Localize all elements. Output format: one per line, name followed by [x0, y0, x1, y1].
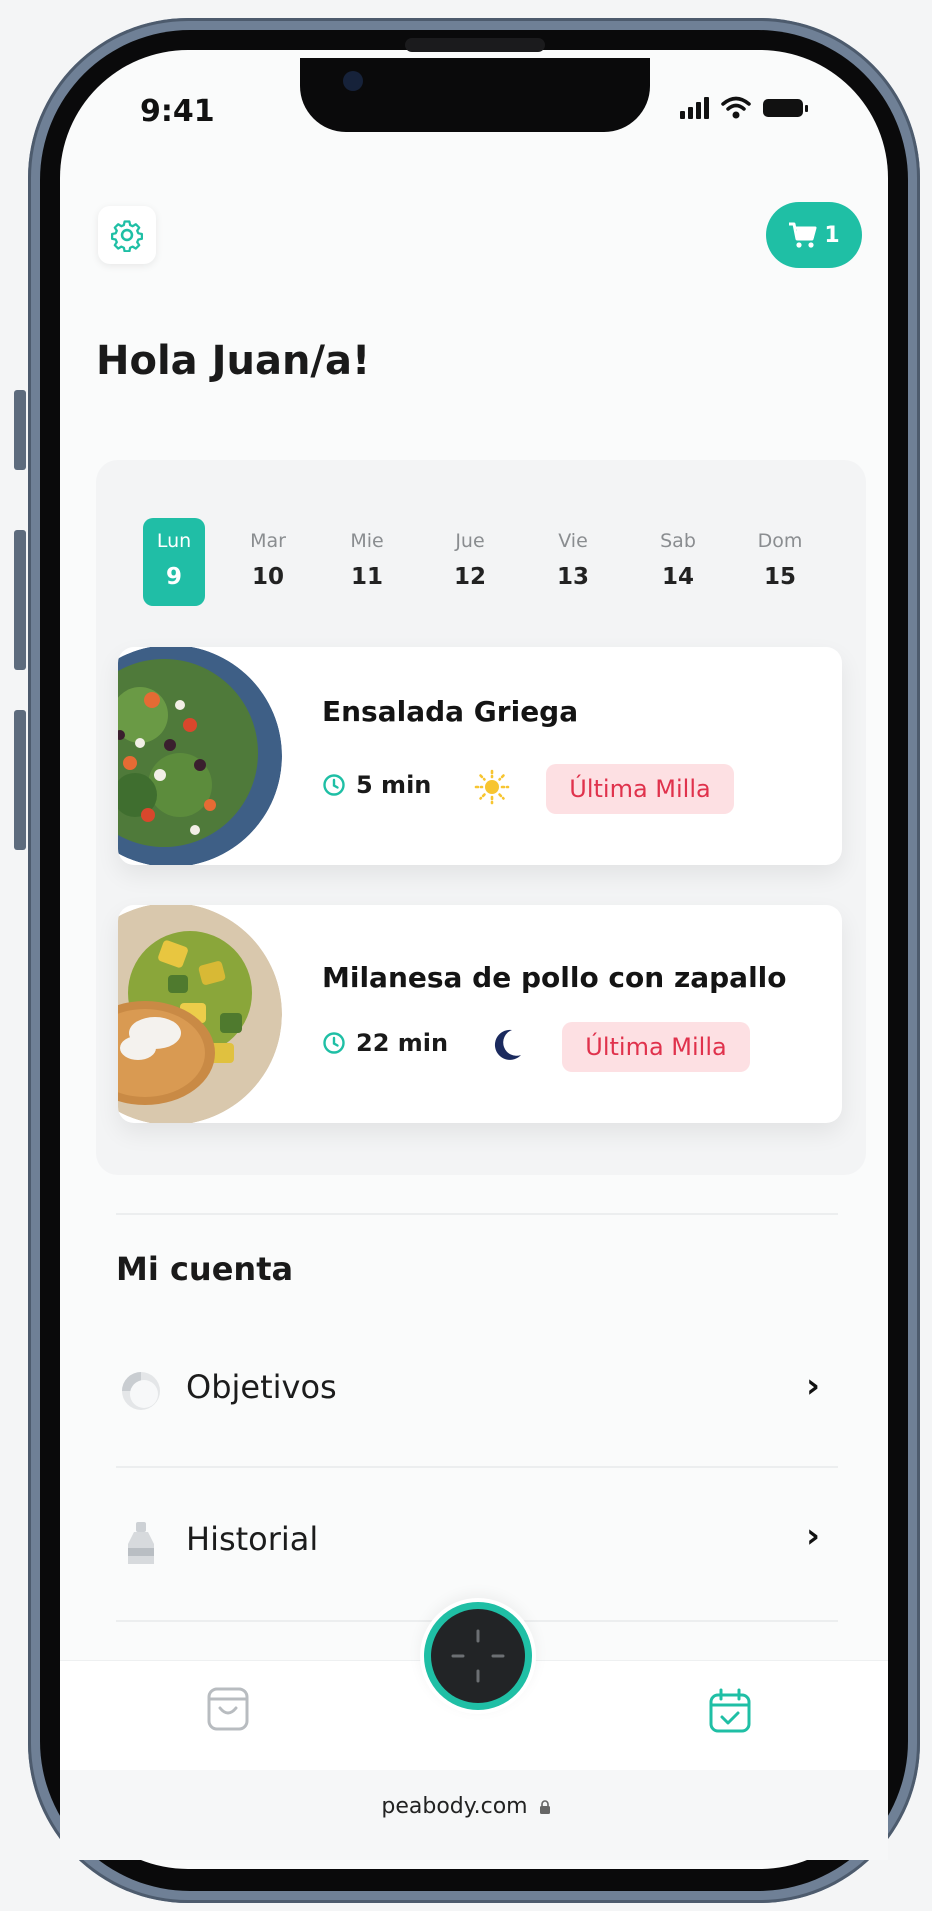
cart-icon — [789, 222, 817, 248]
sun-icon — [474, 769, 510, 805]
wifi-icon — [721, 96, 751, 119]
day-tab-dom[interactable]: Dom 15 — [749, 518, 811, 606]
lock-icon — [539, 1800, 550, 1814]
cart-count: 1 — [824, 222, 840, 248]
menu-item-label: Objetivos — [186, 1368, 337, 1406]
pie-chart-icon — [122, 1372, 160, 1410]
delivery-tag: Última Milla — [562, 1022, 750, 1072]
moon-icon — [494, 1029, 521, 1060]
meal-title: Milanesa de pollo con zapallo — [322, 961, 787, 994]
meal-prep-time: 5 min — [322, 771, 431, 799]
day-tab-sab[interactable]: Sab 14 — [647, 518, 709, 606]
settings-button[interactable] — [98, 206, 156, 264]
calendar-check-icon[interactable] — [708, 1688, 752, 1734]
meal-image-milanesa — [118, 905, 282, 1123]
day-tab-jue[interactable]: Jue 12 — [439, 518, 501, 606]
battery-icon — [763, 99, 808, 117]
volume-up-button — [14, 530, 26, 670]
gear-icon — [110, 220, 144, 252]
notch — [300, 58, 650, 132]
cart-button[interactable]: 1 — [766, 202, 862, 268]
mute-switch — [14, 390, 26, 470]
menu-item-historial[interactable]: Historial › — [116, 1494, 838, 1594]
delivery-tag: Última Milla — [546, 764, 734, 814]
day-tab-lun[interactable]: Lun 9 — [143, 518, 205, 606]
signal-icon — [680, 97, 709, 119]
speaker — [405, 38, 545, 52]
greeting-title: Hola Juan/a! — [96, 338, 371, 384]
bottle-icon — [128, 1522, 154, 1564]
clock-icon — [323, 1032, 345, 1054]
meal-card[interactable]: Milanesa de pollo con zapallo 22 min Últ… — [118, 905, 842, 1123]
shopping-bag-icon[interactable] — [206, 1686, 250, 1732]
browser-url[interactable]: peabody.com — [0, 1794, 932, 1819]
meal-image-salad — [118, 647, 282, 865]
section-title: Mi cuenta — [116, 1250, 294, 1288]
volume-down-button — [14, 710, 26, 850]
chevron-right-icon: › — [806, 1516, 821, 1556]
status-time: 9:41 — [140, 94, 215, 129]
menu-item-label: Historial — [186, 1520, 319, 1558]
chevron-right-icon: › — [806, 1366, 821, 1406]
meal-card[interactable]: Ensalada Griega 5 min Última Milla — [118, 647, 842, 865]
day-tab-mar[interactable]: Mar 10 — [237, 518, 299, 606]
front-camera — [343, 71, 363, 91]
meal-title: Ensalada Griega — [322, 695, 579, 728]
meal-prep-time: 22 min — [322, 1029, 448, 1057]
day-tab-mie[interactable]: Mie 11 — [336, 518, 398, 606]
day-tab-vie[interactable]: Vie 13 — [542, 518, 604, 606]
divider — [116, 1466, 838, 1468]
crosshair-icon — [451, 1629, 505, 1683]
clock-icon — [323, 774, 345, 796]
menu-item-objetivos[interactable]: Objetivos › — [116, 1340, 838, 1440]
status-icons — [680, 96, 808, 120]
divider — [116, 1213, 838, 1215]
